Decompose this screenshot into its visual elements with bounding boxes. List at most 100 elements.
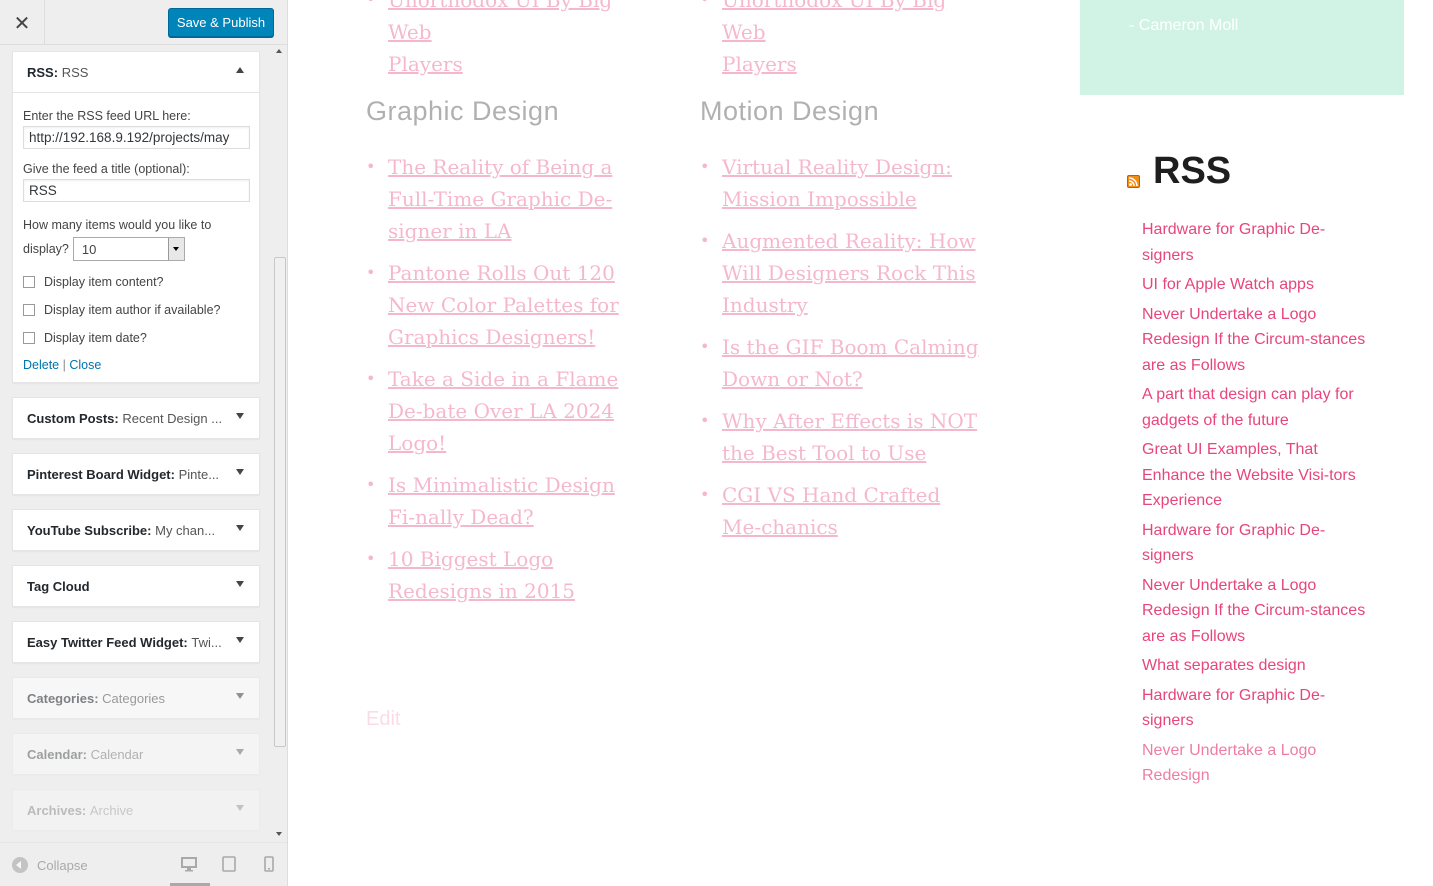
rss-widget-form: Enter the RSS feed URL here: Give the fe… <box>13 92 259 382</box>
widget-name: Tag Cloud <box>27 578 90 594</box>
widget-calendar[interactable]: Calendar: Calendar <box>12 733 260 775</box>
rss-feed-widget: RSS Hardware for Graphic De-signers UI f… <box>1127 150 1367 793</box>
rss-icon[interactable] <box>1127 175 1140 188</box>
rss-item-link[interactable]: Hardware for Graphic De-signers <box>1142 518 1367 569</box>
post-link-line-1: Unorthodox UI By Big Web <box>388 0 613 44</box>
separator: | <box>62 358 66 372</box>
display-author-option[interactable]: Display item author if available? <box>23 303 249 317</box>
widget-subtitle: Twi... <box>191 634 222 650</box>
rss-item-link[interactable]: A part that design can play for gadgets … <box>1142 382 1367 433</box>
checkbox[interactable] <box>23 332 35 344</box>
scroll-down-icon[interactable] <box>276 832 282 836</box>
items-count-select[interactable]: 10 <box>72 237 185 261</box>
post-link-text: Pantone Rolls Out 120 New Color Palettes… <box>388 261 619 349</box>
widget-pinterest[interactable]: Pinterest Board Widget: Pinte... <box>12 453 260 495</box>
desktop-preview-icon[interactable] <box>181 856 197 872</box>
expand-arrow-icon[interactable] <box>236 693 244 699</box>
rss-widget-title[interactable]: RSS <box>1153 150 1231 193</box>
rss-item-link[interactable]: Never Undertake a Logo Redesign <box>1142 738 1367 789</box>
widget-twitter[interactable]: Easy Twitter Feed Widget: Twi... <box>12 621 260 663</box>
post-link[interactable]: Take a Side in a Flame De-bate Over LA 2… <box>366 363 646 459</box>
post-link[interactable]: Augmented Reality: How Will Designers Ro… <box>700 225 980 321</box>
post-link[interactable]: Is Minimalistic Design Fi-nally Dead? <box>366 469 646 533</box>
graphic-design-section: Graphic Design The Reality of Being a Fu… <box>366 96 646 617</box>
mobile-preview-icon[interactable] <box>261 856 277 872</box>
section-heading: Graphic Design <box>366 96 560 126</box>
checkbox[interactable] <box>23 304 35 316</box>
post-link[interactable]: Unorthodox UI By Big Web Players <box>700 0 990 80</box>
widget-custom-posts[interactable]: Custom Posts: Recent Design ... <box>12 397 260 439</box>
widget-header: Custom Posts: Recent Design ... <box>13 398 259 438</box>
post-link[interactable]: Why After Effects is NOT the Best Tool t… <box>700 405 980 469</box>
widget-header: Tag Cloud <box>13 566 259 606</box>
post-link[interactable]: Is the GIF Boom Calming Down or Not? <box>700 331 980 395</box>
widget-header: Pinterest Board Widget: Pinte... <box>13 454 259 494</box>
rss-item-link[interactable]: Hardware for Graphic De-signers <box>1142 683 1367 734</box>
post-link-line-1: Unorthodox UI By Big Web <box>722 0 947 44</box>
expand-arrow-icon[interactable] <box>236 749 244 755</box>
display-date-option[interactable]: Display item date? <box>23 331 249 345</box>
post-link[interactable]: The Reality of Being a Full-Time Graphic… <box>366 151 646 247</box>
top-left-column: Unorthodox UI By Big Web Players <box>366 0 656 90</box>
expand-arrow-icon[interactable] <box>236 525 244 531</box>
delete-link[interactable]: Delete <box>23 358 59 372</box>
post-link[interactable]: Pantone Rolls Out 120 New Color Palettes… <box>366 257 646 353</box>
expand-arrow-icon[interactable] <box>236 413 244 419</box>
customizer-footer: Collapse <box>0 842 287 886</box>
widget-subtitle: My chan... <box>155 522 216 538</box>
expand-arrow-icon[interactable] <box>236 469 244 475</box>
widget-youtube[interactable]: YouTube Subscribe: My chan... <box>12 509 260 551</box>
widget-subtitle: Archive <box>89 802 134 818</box>
post-link-text: Take a Side in a Flame De-bate Over LA 2… <box>388 367 619 455</box>
rss-item-link[interactable]: Never Undertake a Logo Redesign If the C… <box>1142 573 1367 650</box>
site-preview: Unorthodox UI By Big Web Players Unorthod… <box>289 0 1433 886</box>
post-link-text: The Reality of Being a Full-Time Graphic… <box>388 155 613 243</box>
expand-arrow-icon[interactable] <box>236 637 244 643</box>
expand-arrow-icon[interactable] <box>236 805 244 811</box>
scroll-thumb[interactable] <box>274 257 286 747</box>
url-label: Enter the RSS feed URL here: <box>23 109 191 123</box>
customizer-header: ✕ Save & Publish <box>0 0 287 45</box>
widget-categories[interactable]: Categories: Categories <box>12 677 260 719</box>
tablet-preview-icon[interactable] <box>221 856 237 872</box>
post-link-text: Augmented Reality: How Will Designers Ro… <box>722 229 976 317</box>
rss-item-link[interactable]: Great UI Examples, That Enhance the Webs… <box>1142 437 1367 514</box>
expand-arrow-icon[interactable] <box>236 581 244 587</box>
post-link[interactable]: Virtual Reality Design: Mission Impossib… <box>700 151 980 215</box>
items-count-label: How many items would you like to <box>23 218 212 232</box>
rss-item-link[interactable]: What separates design <box>1142 653 1367 679</box>
widget-name: Pinterest Board Widget: <box>27 466 175 482</box>
widget-tag-cloud[interactable]: Tag Cloud <box>12 565 260 607</box>
display-content-option[interactable]: Display item content? <box>23 275 249 289</box>
edit-link[interactable]: Edit <box>366 708 400 731</box>
sidebar-scrollbar[interactable] <box>272 45 287 843</box>
rss-item-link[interactable]: UI for Apple Watch apps <box>1142 272 1367 298</box>
quote-block: - Cameron Moll <box>1080 0 1404 95</box>
close-link[interactable]: Close <box>69 358 101 372</box>
scroll-up-icon[interactable] <box>276 49 282 53</box>
post-link[interactable]: Unorthodox UI By Big Web Players <box>366 0 656 80</box>
feed-title-input[interactable] <box>23 179 250 202</box>
post-link-text: Is Minimalistic Design Fi-nally Dead? <box>388 473 615 529</box>
widget-header: Categories: Categories <box>13 678 259 718</box>
post-link-text: CGI VS Hand Crafted Me-chanics <box>722 483 941 539</box>
checkbox[interactable] <box>23 276 35 288</box>
post-link[interactable]: 10 Biggest Logo Redesigns in 2015 <box>366 543 646 607</box>
rss-widget-header[interactable]: RSS: RSS <box>13 52 259 92</box>
close-customizer-button[interactable]: ✕ <box>0 0 45 45</box>
widget-subtitle: RSS <box>61 64 89 80</box>
post-link-line-2: Players <box>722 52 797 76</box>
collapse-arrow-icon[interactable] <box>236 67 244 73</box>
items-count-label-2: display? <box>23 242 69 256</box>
save-publish-button[interactable]: Save & Publish <box>168 8 274 37</box>
customizer-sidebar: ✕ Save & Publish RSS: RSS Enter the RSS … <box>0 0 288 886</box>
rss-item-link[interactable]: Hardware for Graphic De-signers <box>1142 217 1367 268</box>
widget-archives[interactable]: Archives: Archive <box>12 789 260 831</box>
rss-item-link[interactable]: Never Undertake a Logo Redesign If the C… <box>1142 302 1367 379</box>
post-link-text: Virtual Reality Design: Mission Impossib… <box>722 155 952 211</box>
post-link[interactable]: CGI VS Hand Crafted Me-chanics <box>700 479 980 543</box>
rss-url-input[interactable] <box>23 126 250 149</box>
widget-name: Archives: <box>27 802 87 818</box>
collapse-button[interactable]: Collapse <box>12 857 88 873</box>
dropdown-arrow-icon[interactable] <box>167 238 184 260</box>
